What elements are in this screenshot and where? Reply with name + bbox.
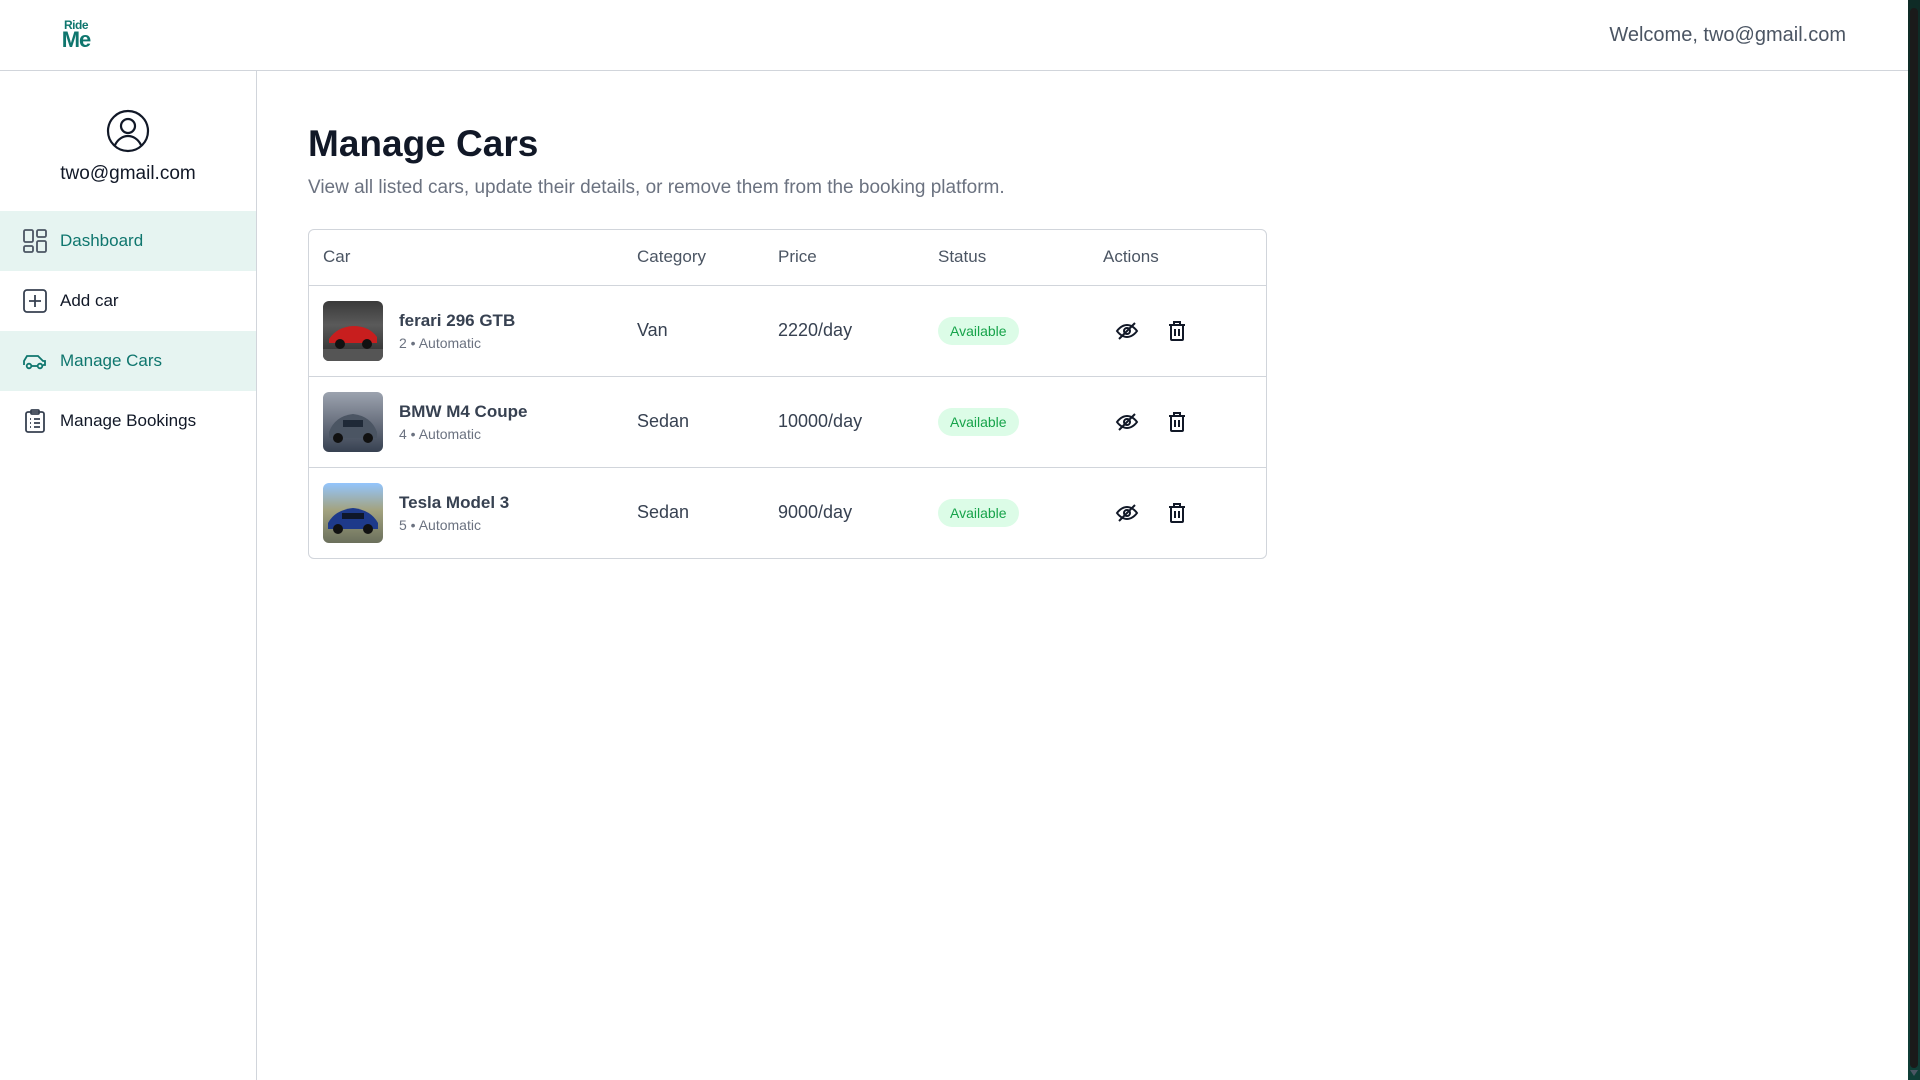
car-price: 9000/day	[778, 502, 853, 523]
trash-icon[interactable]	[1165, 501, 1189, 525]
table-row: Tesla Model 3 5 • Automatic Sedan 9000/d…	[309, 467, 1266, 558]
column-header-actions: Actions	[1089, 230, 1266, 286]
status-badge: Available	[938, 316, 1019, 345]
status-badge: Available	[938, 498, 1019, 527]
car-cell: ferari 296 GTB 2 • Automatic	[309, 285, 623, 377]
sidebar-item-label: Manage Bookings	[60, 411, 197, 430]
car-category: Sedan	[637, 502, 690, 523]
page-title: Manage Cars	[308, 123, 539, 164]
car-actions-cell	[1089, 285, 1266, 377]
car-name: ferari 296 GTB	[399, 310, 516, 330]
car-status-cell: Available	[924, 376, 1089, 468]
logo-text-bottom: Me	[61, 27, 92, 52]
sidebar: two@gmail.com Dashboard Add car Manage C…	[0, 71, 257, 1080]
trash-icon[interactable]	[1165, 319, 1189, 343]
car-category: Van	[623, 285, 764, 377]
car-category: Sedan	[623, 376, 764, 468]
table-row: ferari 296 GTB 2 • Automatic Van 2220/da…	[309, 285, 1266, 377]
car-price: 2220/day	[764, 285, 924, 377]
scrollbar-thumb[interactable]	[1910, 8, 1918, 1068]
sidebar-item-add-car[interactable]: Add car	[0, 271, 256, 331]
window-scrollbar[interactable]	[1908, 0, 1920, 1080]
table-row: BMW M4 Coupe 4 • Automatic Sedan 10000/d…	[309, 376, 1266, 468]
car-thumbnail	[323, 482, 383, 543]
sidebar-item-dashboard[interactable]: Dashboard	[0, 211, 256, 271]
car-thumbnail	[323, 300, 383, 361]
car-name: BMW M4 Coupe	[399, 401, 528, 421]
car-meta: 4 • Automatic	[399, 425, 481, 442]
app-root: Ride Me Welcome, two@gmail.com two@gmail…	[0, 0, 1920, 1080]
cars-table: Car Category Price Status Actions ferari…	[308, 229, 1267, 559]
column-header-status: Status	[924, 230, 1089, 286]
car-status-cell: Available	[924, 467, 1089, 558]
welcome-text: Welcome, two@gmail.com	[1609, 23, 1846, 46]
car-meta: 2 • Automatic	[399, 334, 481, 351]
car-price: 10000/day	[764, 376, 924, 468]
column-header-car: Car	[309, 230, 623, 286]
sidebar-email: two@gmail.com	[60, 163, 196, 184]
car-thumbnail	[323, 391, 383, 452]
sidebar-item-label: Add car	[60, 291, 119, 310]
car-icon	[22, 348, 48, 374]
hide-icon[interactable]	[1115, 501, 1139, 525]
sidebar-item-manage-bookings[interactable]: Manage Bookings	[0, 391, 256, 451]
hide-icon[interactable]	[1115, 410, 1139, 434]
add-square-icon	[22, 288, 48, 314]
car-cell: BMW M4 Coupe 4 • Automatic	[309, 376, 623, 468]
sidebar-item-manage-cars[interactable]: Manage Cars	[0, 331, 256, 391]
car-actions-cell	[1089, 376, 1266, 468]
table-header-row: Car Category Price Status Actions	[309, 230, 1266, 286]
column-header-price: Price	[764, 230, 924, 286]
main-content: Manage Cars View all listed cars, update…	[308, 71, 1608, 559]
car-actions-cell	[1089, 467, 1266, 558]
clipboard-icon	[22, 408, 48, 434]
car-status-cell: Available	[924, 285, 1089, 377]
page-subtitle: View all listed cars, update their detai…	[308, 177, 1005, 198]
brand-logo[interactable]: Ride Me	[60, 19, 92, 51]
car-name: Tesla Model 3	[399, 492, 510, 512]
car-cell: Tesla Model 3 5 • Automatic	[309, 467, 623, 558]
column-header-category: Category	[623, 230, 764, 286]
trash-icon[interactable]	[1165, 410, 1189, 434]
car-meta: 5 • Automatic	[399, 516, 481, 533]
hide-icon[interactable]	[1115, 319, 1139, 343]
user-avatar-icon	[106, 109, 150, 153]
sidebar-profile: two@gmail.com	[0, 71, 256, 211]
status-badge: Available	[938, 407, 1019, 436]
scroll-down-icon[interactable]	[1910, 1070, 1918, 1076]
sidebar-item-label: Dashboard	[60, 231, 144, 250]
dashboard-icon	[22, 228, 48, 254]
top-bar: Ride Me Welcome, two@gmail.com	[0, 0, 1908, 71]
sidebar-item-label: Manage Cars	[60, 351, 163, 370]
